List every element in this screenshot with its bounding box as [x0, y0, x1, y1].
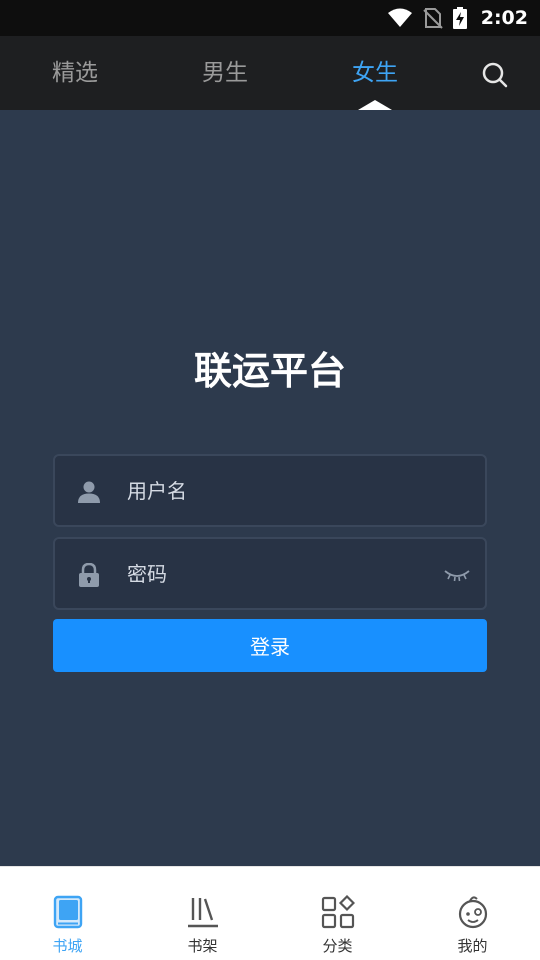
bottom-nav: 书城 书架 分类 我的 — [0, 866, 540, 960]
login-button[interactable]: 登录 — [53, 619, 487, 672]
password-field — [53, 537, 487, 610]
nav-item-bookshelf[interactable]: 书架 — [135, 867, 270, 960]
user-icon — [78, 481, 100, 503]
nav-label-bookstore: 书城 — [52, 937, 83, 955]
eye-closed-icon[interactable] — [443, 563, 471, 585]
tab-male[interactable]: 男生 — [175, 36, 275, 110]
active-tab-indicator — [358, 100, 392, 110]
tab-featured[interactable]: 精选 — [25, 36, 125, 110]
status-time: 2:02 — [480, 7, 528, 29]
nav-item-profile[interactable]: 我的 — [405, 867, 540, 960]
book-icon — [53, 895, 82, 929]
nav-label-category: 分类 — [322, 937, 353, 955]
bookshelf-icon — [187, 898, 218, 928]
nav-label-profile: 我的 — [457, 937, 488, 955]
username-input[interactable] — [127, 456, 427, 525]
battery-charging-icon — [452, 7, 467, 29]
top-nav: 精选 男生 女生 — [0, 36, 540, 110]
category-grid-icon — [321, 895, 355, 929]
page-title: 联运平台 — [193, 349, 346, 393]
search-icon[interactable] — [478, 58, 512, 92]
nav-item-bookstore[interactable]: 书城 — [0, 867, 135, 960]
profile-avatar-icon — [458, 896, 487, 929]
password-input[interactable] — [127, 539, 427, 608]
lock-icon — [79, 563, 99, 587]
wifi-icon — [387, 8, 412, 27]
username-field — [53, 454, 487, 527]
tab-female[interactable]: 女生 — [325, 36, 425, 110]
nav-item-category[interactable]: 分类 — [270, 867, 405, 960]
status-icons: 2:02 — [387, 0, 528, 36]
status-bar: 2:02 — [0, 0, 540, 36]
no-sim-icon — [423, 8, 443, 29]
nav-label-bookshelf: 书架 — [187, 937, 218, 955]
